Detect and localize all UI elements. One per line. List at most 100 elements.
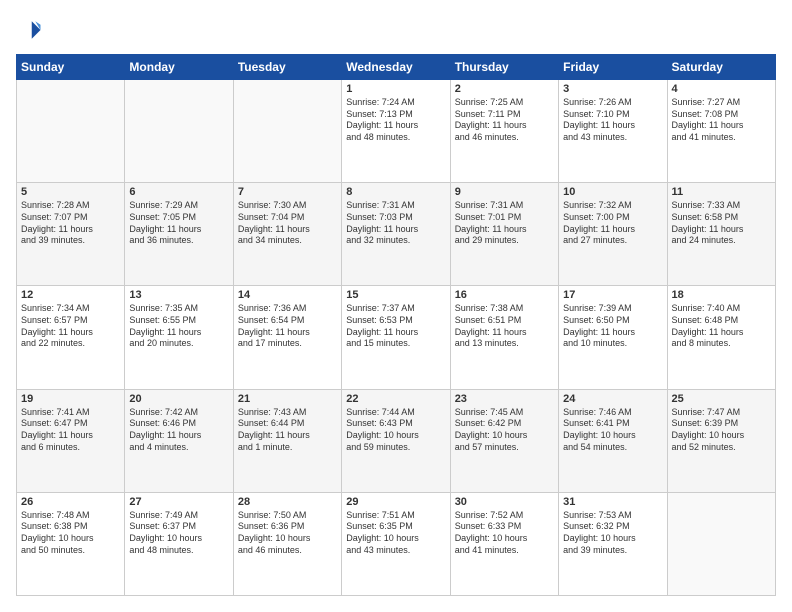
day-info: Sunrise: 7:38 AMSunset: 6:51 PMDaylight:… [455, 303, 554, 350]
day-number: 15 [346, 289, 445, 301]
day-number: 10 [563, 186, 662, 198]
calendar-cell: 17Sunrise: 7:39 AMSunset: 6:50 PMDayligh… [559, 286, 667, 389]
calendar-cell [233, 80, 341, 183]
day-number: 19 [21, 393, 120, 405]
calendar-cell: 5 Sunrise: 7:28 AMSunset: 7:07 PMDaylight… [17, 183, 125, 286]
weekday-header: Sunday [17, 55, 125, 80]
day-info: Sunrise: 7:44 AMSunset: 6:43 PMDaylight:… [346, 407, 445, 454]
day-info: Sunrise: 7:37 AMSunset: 6:53 PMDaylight:… [346, 303, 445, 350]
calendar-cell: 22 Sunrise: 7:44 AMSunset: 6:43 PMDayligh… [342, 389, 450, 492]
calendar-cell [667, 492, 775, 595]
calendar-cell: 31 Sunrise: 7:53 AMSunset: 6:32 PMDayligh… [559, 492, 667, 595]
day-number: 22 [346, 393, 445, 405]
calendar-cell: 19 Sunrise: 7:41 AMSunset: 6:47 PMDayligh… [17, 389, 125, 492]
day-info: Sunrise: 7:36 AMSunset: 6:54 PMDaylight:… [238, 303, 337, 350]
day-info: Sunrise: 7:34 AMSunset: 6:57 PMDaylight:… [21, 303, 120, 350]
weekday-header: Saturday [667, 55, 775, 80]
calendar-week-row: 26 Sunrise: 7:48 AMSunset: 6:38 PMDayligh… [17, 492, 776, 595]
day-info: Sunrise: 7:31 AMSunset: 7:03 PMDaylight:… [346, 200, 445, 247]
day-number: 31 [563, 496, 662, 508]
day-number: 12 [21, 289, 120, 301]
day-number: 14 [238, 289, 337, 301]
day-number: 7 [238, 186, 337, 198]
calendar-cell: 24 Sunrise: 7:46 AMSunset: 6:41 PMDayligh… [559, 389, 667, 492]
weekday-header: Friday [559, 55, 667, 80]
day-number: 24 [563, 393, 662, 405]
day-number: 27 [129, 496, 228, 508]
day-info: Sunrise: 7:28 AMSunset: 7:07 PMDaylight:… [21, 200, 120, 247]
weekday-header: Wednesday [342, 55, 450, 80]
calendar-cell: 8 Sunrise: 7:31 AMSunset: 7:03 PMDaylight… [342, 183, 450, 286]
day-number: 2 [455, 83, 554, 95]
day-info: Sunrise: 7:49 AMSunset: 6:37 PMDaylight:… [129, 510, 228, 557]
page: SundayMondayTuesdayWednesdayThursdayFrid… [0, 0, 792, 612]
day-number: 9 [455, 186, 554, 198]
day-number: 17 [563, 289, 662, 301]
day-info: Sunrise: 7:25 AMSunset: 7:11 PMDaylight:… [455, 97, 554, 144]
calendar-cell: 6Sunrise: 7:29 AMSunset: 7:05 PMDaylight… [125, 183, 233, 286]
day-number: 26 [21, 496, 120, 508]
day-info: Sunrise: 7:46 AMSunset: 6:41 PMDaylight:… [563, 407, 662, 454]
day-info: Sunrise: 7:42 AMSunset: 6:46 PMDaylight:… [129, 407, 228, 454]
calendar-cell: 9 Sunrise: 7:31 AMSunset: 7:01 PMDaylight… [450, 183, 558, 286]
day-info: Sunrise: 7:33 AMSunset: 6:58 PMDaylight:… [672, 200, 771, 247]
calendar-week-row: 1 Sunrise: 7:24 AMSunset: 7:13 PMDaylight… [17, 80, 776, 183]
day-info: Sunrise: 7:53 AMSunset: 6:32 PMDaylight:… [563, 510, 662, 557]
calendar-week-row: 12 Sunrise: 7:34 AMSunset: 6:57 PMDayligh… [17, 286, 776, 389]
day-number: 4 [672, 83, 771, 95]
day-number: 5 [21, 186, 120, 198]
day-info: Sunrise: 7:30 AMSunset: 7:04 PMDaylight:… [238, 200, 337, 247]
day-number: 20 [129, 393, 228, 405]
calendar-cell: 10 Sunrise: 7:32 AMSunset: 7:00 PMDayligh… [559, 183, 667, 286]
calendar-cell: 30 Sunrise: 7:52 AMSunset: 6:33 PMDayligh… [450, 492, 558, 595]
day-info: Sunrise: 7:40 AMSunset: 6:48 PMDaylight:… [672, 303, 771, 350]
weekday-header: Monday [125, 55, 233, 80]
calendar-cell: 13 Sunrise: 7:35 AMSunset: 6:55 PMDayligh… [125, 286, 233, 389]
calendar-cell: 11 Sunrise: 7:33 AMSunset: 6:58 PMDayligh… [667, 183, 775, 286]
weekday-header: Tuesday [233, 55, 341, 80]
calendar-cell: 29Sunrise: 7:51 AMSunset: 6:35 PMDayligh… [342, 492, 450, 595]
calendar-cell: 2 Sunrise: 7:25 AMSunset: 7:11 PMDaylight… [450, 80, 558, 183]
day-number: 23 [455, 393, 554, 405]
weekday-header: Thursday [450, 55, 558, 80]
day-number: 13 [129, 289, 228, 301]
day-info: Sunrise: 7:50 AMSunset: 6:36 PMDaylight:… [238, 510, 337, 557]
day-info: Sunrise: 7:31 AMSunset: 7:01 PMDaylight:… [455, 200, 554, 247]
logo-icon [16, 16, 44, 44]
day-number: 3 [563, 83, 662, 95]
calendar-cell: 28Sunrise: 7:50 AMSunset: 6:36 PMDayligh… [233, 492, 341, 595]
day-info: Sunrise: 7:45 AMSunset: 6:42 PMDaylight:… [455, 407, 554, 454]
calendar-cell: 21 Sunrise: 7:43 AMSunset: 6:44 PMDayligh… [233, 389, 341, 492]
day-number: 30 [455, 496, 554, 508]
header [16, 16, 776, 44]
day-info: Sunrise: 7:43 AMSunset: 6:44 PMDaylight:… [238, 407, 337, 454]
day-number: 21 [238, 393, 337, 405]
calendar-cell: 20 Sunrise: 7:42 AMSunset: 6:46 PMDayligh… [125, 389, 233, 492]
calendar-cell: 1 Sunrise: 7:24 AMSunset: 7:13 PMDaylight… [342, 80, 450, 183]
calendar-cell: 16 Sunrise: 7:38 AMSunset: 6:51 PMDayligh… [450, 286, 558, 389]
day-number: 11 [672, 186, 771, 198]
calendar-week-row: 19 Sunrise: 7:41 AMSunset: 6:47 PMDayligh… [17, 389, 776, 492]
calendar-cell: 23 Sunrise: 7:45 AMSunset: 6:42 PMDayligh… [450, 389, 558, 492]
calendar-cell: 26 Sunrise: 7:48 AMSunset: 6:38 PMDayligh… [17, 492, 125, 595]
calendar-cell: 18Sunrise: 7:40 AMSunset: 6:48 PMDayligh… [667, 286, 775, 389]
day-info: Sunrise: 7:35 AMSunset: 6:55 PMDaylight:… [129, 303, 228, 350]
calendar-cell: 12 Sunrise: 7:34 AMSunset: 6:57 PMDayligh… [17, 286, 125, 389]
calendar-cell [125, 80, 233, 183]
calendar-cell: 4Sunrise: 7:27 AMSunset: 7:08 PMDaylight… [667, 80, 775, 183]
day-number: 1 [346, 83, 445, 95]
calendar-cell: 27 Sunrise: 7:49 AMSunset: 6:37 PMDayligh… [125, 492, 233, 595]
day-info: Sunrise: 7:48 AMSunset: 6:38 PMDaylight:… [21, 510, 120, 557]
day-number: 16 [455, 289, 554, 301]
day-number: 8 [346, 186, 445, 198]
calendar-cell: 15 Sunrise: 7:37 AMSunset: 6:53 PMDayligh… [342, 286, 450, 389]
calendar-cell: 7 Sunrise: 7:30 AMSunset: 7:04 PMDaylight… [233, 183, 341, 286]
day-number: 6 [129, 186, 228, 198]
day-info: Sunrise: 7:41 AMSunset: 6:47 PMDaylight:… [21, 407, 120, 454]
day-info: Sunrise: 7:32 AMSunset: 7:00 PMDaylight:… [563, 200, 662, 247]
calendar-cell: 25Sunrise: 7:47 AMSunset: 6:39 PMDayligh… [667, 389, 775, 492]
calendar-table: SundayMondayTuesdayWednesdayThursdayFrid… [16, 54, 776, 596]
day-info: Sunrise: 7:52 AMSunset: 6:33 PMDaylight:… [455, 510, 554, 557]
day-info: Sunrise: 7:47 AMSunset: 6:39 PMDaylight:… [672, 407, 771, 454]
day-info: Sunrise: 7:24 AMSunset: 7:13 PMDaylight:… [346, 97, 445, 144]
